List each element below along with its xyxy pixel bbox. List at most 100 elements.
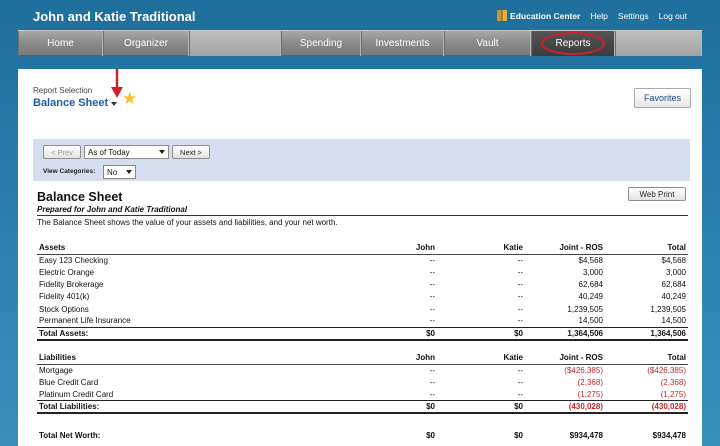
col-katie: Katie bbox=[437, 352, 525, 365]
report-selector[interactable]: Balance Sheet bbox=[33, 97, 118, 109]
cell-joint: (2,368) bbox=[577, 377, 603, 387]
cell-katie: -- bbox=[517, 280, 523, 290]
cell-john: -- bbox=[429, 292, 435, 302]
tab-organizer[interactable]: Organizer bbox=[103, 31, 189, 56]
cell-total: 62,684 bbox=[661, 280, 686, 290]
favorite-star-icon[interactable]: ★ bbox=[122, 90, 139, 107]
tab-investments[interactable]: Investments bbox=[361, 31, 444, 56]
report-toolbar: < Prev As of Today Next > View Categorie… bbox=[33, 139, 690, 181]
cell-name: Stock Options bbox=[39, 304, 89, 314]
cell-john: -- bbox=[429, 366, 435, 376]
table-row[interactable]: Mortgage -- -- ($426,385) ($426,385) bbox=[37, 364, 688, 376]
total-assets-row: Total Assets: $0 $0 1,364,506 1,364,506 bbox=[37, 326, 688, 341]
cell-name: Permanent Life Insurance bbox=[39, 316, 131, 326]
tab-spending-label: Spending bbox=[299, 38, 343, 49]
cell-name: Electric Orange bbox=[39, 267, 95, 277]
help-link[interactable]: Help bbox=[590, 11, 607, 21]
main-panel: Report Selection Balance Sheet ★ Favorit… bbox=[18, 69, 702, 446]
education-center-link[interactable]: Education Center bbox=[497, 10, 580, 21]
prev-button[interactable]: < Prev bbox=[43, 145, 81, 159]
net-worth-table: Total Net Worth: $0 $0 $934,478 $934,478 bbox=[37, 429, 688, 441]
report-subtitle: Prepared for John and Katie Traditional bbox=[37, 205, 188, 214]
tab-vault-label: Vault bbox=[476, 38, 499, 49]
cell-joint: 62,684 bbox=[578, 280, 603, 290]
cell-total: 3,000 bbox=[665, 267, 686, 277]
cell-katie: $0 bbox=[514, 430, 523, 440]
cell-name: Total Net Worth: bbox=[39, 430, 101, 440]
cell-total: 1,364,506 bbox=[605, 326, 688, 341]
col-total: Total bbox=[605, 242, 688, 255]
as-of-select[interactable]: As of Today bbox=[84, 145, 169, 159]
cell-name: Total Assets: bbox=[37, 326, 267, 341]
logout-link[interactable]: Log out bbox=[659, 11, 687, 21]
total-liabilities-row: Total Liabilities: $0 $0 (430,028) (430,028) bbox=[37, 400, 688, 414]
table-row[interactable]: Stock Options -- -- 1,239,505 1,239,505 bbox=[37, 303, 688, 315]
table-row[interactable]: Platinum Credit Card -- -- (1,275) (1,275) bbox=[37, 389, 688, 401]
cell-joint: 1,364,506 bbox=[525, 326, 605, 341]
cell-name: Fidelity 401(k) bbox=[39, 292, 90, 302]
settings-link[interactable]: Settings bbox=[618, 11, 649, 21]
book-icon bbox=[497, 10, 508, 21]
table-row[interactable]: Fidelity 401(k) -- -- 40,249 40,249 bbox=[37, 291, 688, 303]
total-net-worth-row: Total Net Worth: $0 $0 $934,478 $934,478 bbox=[37, 429, 688, 441]
app-title: John and Katie Traditional bbox=[33, 9, 196, 24]
cell-john: $0 bbox=[426, 430, 435, 440]
cell-total: $934,478 bbox=[652, 430, 686, 440]
col-total: Total bbox=[605, 352, 688, 365]
tab-vault[interactable]: Vault bbox=[444, 31, 531, 56]
top-bar: John and Katie Traditional Education Cen… bbox=[0, 0, 720, 30]
cell-john: -- bbox=[429, 389, 435, 399]
next-button[interactable]: Next > bbox=[172, 145, 210, 159]
cell-total: (2,368) bbox=[660, 377, 686, 387]
cell-john: -- bbox=[429, 377, 435, 387]
cell-joint: $4,568 bbox=[578, 256, 603, 266]
cell-name: Platinum Credit Card bbox=[39, 389, 114, 399]
col-katie: Katie bbox=[437, 242, 525, 255]
cell-name: Blue Credit Card bbox=[39, 377, 99, 387]
cell-joint: 14,500 bbox=[578, 316, 603, 326]
assets-table: Assets John Katie Joint - ROS Total Easy… bbox=[37, 242, 688, 341]
assets-heading: Assets bbox=[37, 242, 267, 255]
favorites-button[interactable]: Favorites bbox=[634, 88, 691, 108]
table-row[interactable]: Permanent Life Insurance -- -- 14,500 14,500 bbox=[37, 315, 688, 327]
report-description: The Balance Sheet shows the value of you… bbox=[37, 218, 338, 227]
cell-name: Mortgage bbox=[39, 366, 73, 376]
table-row[interactable]: Easy 123 Checking -- -- $4,568 $4,568 bbox=[37, 254, 688, 266]
liabilities-header-row: Liabilities John Katie Joint - ROS Total bbox=[37, 352, 688, 365]
report-selector-value: Balance Sheet bbox=[33, 97, 109, 109]
as-of-select-value: As of Today bbox=[88, 147, 130, 157]
cell-total: (430,028) bbox=[605, 400, 688, 414]
tab-reports[interactable]: Reports bbox=[531, 31, 615, 56]
report-selection-label: Report Selection bbox=[33, 86, 93, 95]
tab-hidden-2[interactable] bbox=[615, 31, 702, 56]
top-links: Education Center Help Settings Log out bbox=[497, 10, 687, 21]
cell-john: -- bbox=[429, 267, 435, 277]
tab-home[interactable]: Home bbox=[18, 31, 103, 56]
table-row[interactable]: Fidelity Brokerage -- -- 62,684 62,684 bbox=[37, 279, 688, 291]
col-john: John bbox=[267, 242, 437, 255]
cell-total: ($426,385) bbox=[647, 366, 686, 376]
cell-katie: -- bbox=[517, 366, 523, 376]
cell-joint: 1,239,505 bbox=[567, 304, 603, 314]
cell-john: -- bbox=[429, 304, 435, 314]
web-print-button[interactable]: Web Print bbox=[628, 187, 686, 201]
tab-investments-label: Investments bbox=[375, 38, 430, 49]
cell-katie: -- bbox=[517, 292, 523, 302]
cell-name: Fidelity Brokerage bbox=[39, 280, 104, 290]
tab-home-label: Home bbox=[47, 38, 74, 49]
table-row[interactable]: Electric Orange -- -- 3,000 3,000 bbox=[37, 266, 688, 278]
table-row[interactable]: Blue Credit Card -- -- (2,368) (2,368) bbox=[37, 376, 688, 388]
cell-katie: -- bbox=[517, 316, 523, 326]
view-categories-value: No bbox=[107, 167, 118, 177]
cell-joint: $934,478 bbox=[569, 430, 603, 440]
cell-katie: -- bbox=[517, 304, 523, 314]
liabilities-table: Liabilities John Katie Joint - ROS Total… bbox=[37, 352, 688, 414]
view-categories-select[interactable]: No bbox=[103, 165, 136, 179]
tab-spending[interactable]: Spending bbox=[281, 31, 361, 56]
cell-john: -- bbox=[429, 316, 435, 326]
cell-joint: ($426,385) bbox=[564, 366, 603, 376]
cell-katie: -- bbox=[517, 267, 523, 277]
tab-hidden-1[interactable] bbox=[189, 31, 281, 56]
cell-katie: $0 bbox=[437, 326, 525, 341]
cell-joint: 3,000 bbox=[582, 267, 603, 277]
